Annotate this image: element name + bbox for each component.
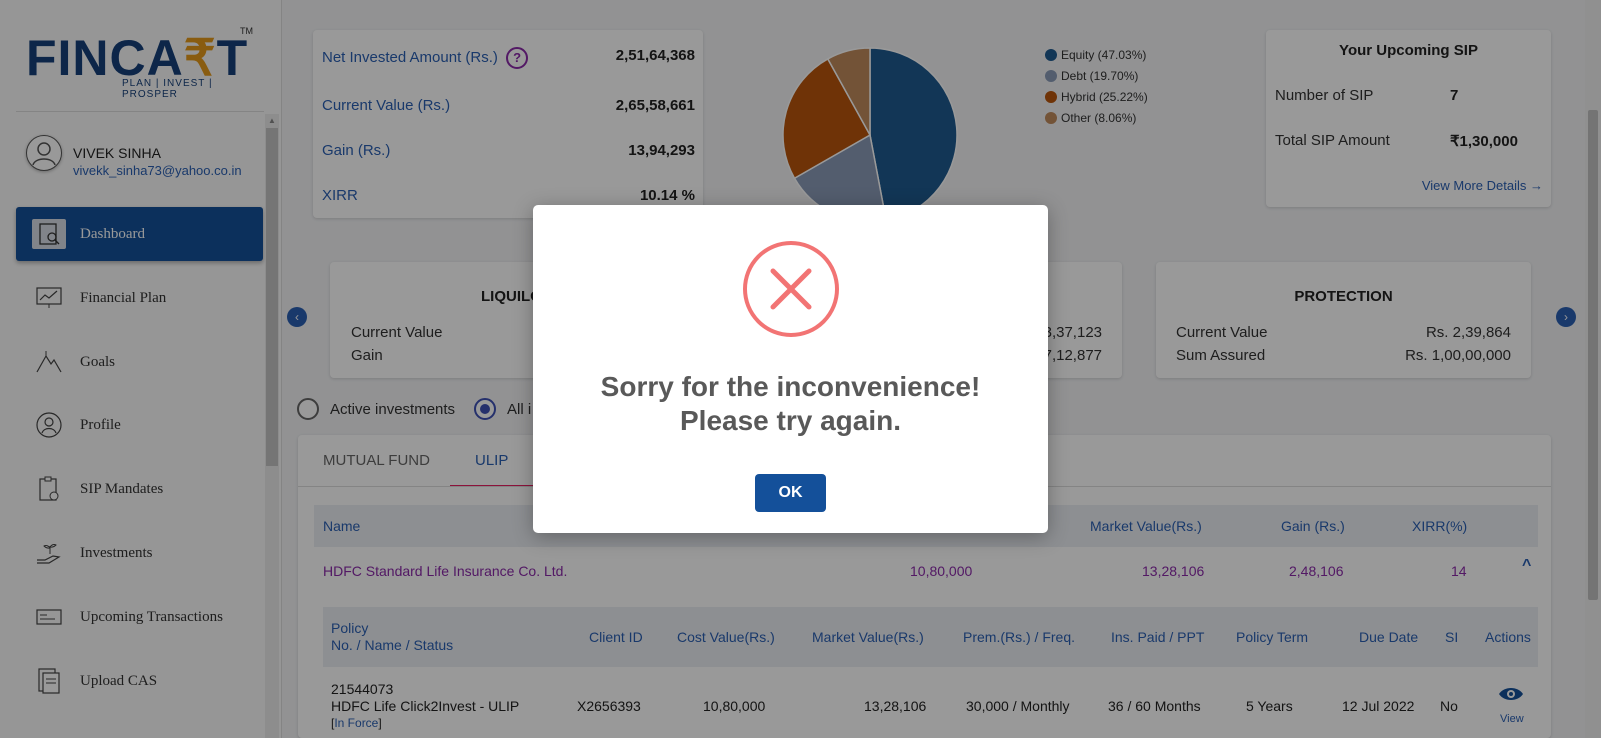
error-dialog: Sorry for the inconvenience! Please try … — [533, 205, 1048, 533]
ok-button[interactable]: OK — [755, 474, 826, 512]
error-message: Sorry for the inconvenience! Please try … — [600, 371, 981, 436]
error-x-icon — [743, 241, 839, 337]
